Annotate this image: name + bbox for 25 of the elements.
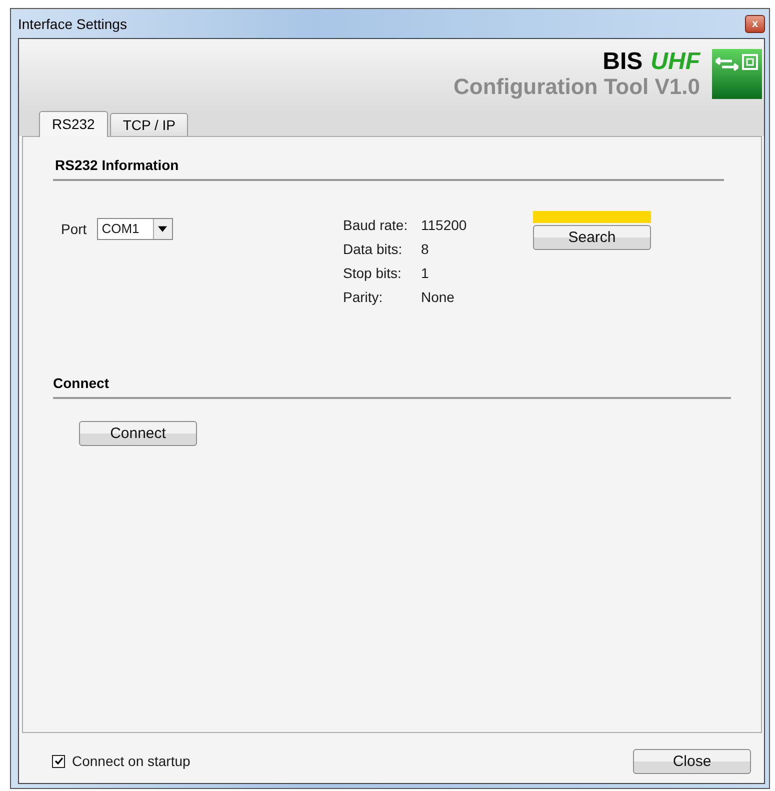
tab[interactable]: TCP / IP bbox=[110, 113, 188, 136]
field-value: 8 bbox=[421, 241, 430, 257]
checkbox-label: Connect on startup bbox=[72, 753, 190, 769]
section-heading: Connect bbox=[53, 375, 109, 391]
app-subtitle: Configuration Tool V1.0 bbox=[454, 75, 700, 99]
connect-button[interactable]: Connect bbox=[79, 421, 197, 446]
field-label: Parity: bbox=[343, 289, 384, 305]
tab[interactable]: RS232 bbox=[39, 111, 108, 137]
field-label: Data bits: bbox=[343, 241, 404, 257]
field-label: Stop bits: bbox=[343, 265, 402, 281]
field-value: None bbox=[421, 289, 456, 305]
checkbox[interactable] bbox=[52, 754, 65, 768]
close-button[interactable]: Close bbox=[633, 748, 751, 774]
product-name: UHF bbox=[650, 49, 700, 75]
field-value: 115200 bbox=[421, 217, 468, 233]
search-button[interactable]: Search bbox=[533, 225, 651, 250]
port-label: Port bbox=[61, 221, 87, 237]
brand-name: BIS bbox=[602, 49, 643, 75]
section-heading: RS232 Information bbox=[55, 157, 179, 173]
caret-icon bbox=[158, 226, 168, 232]
port-dropdown[interactable]: COM1 bbox=[96, 218, 173, 240]
logo-icon bbox=[712, 49, 762, 99]
field-label: Baud rate: bbox=[343, 217, 409, 233]
field-value: 1 bbox=[421, 265, 430, 281]
window-title: Interface Settings bbox=[18, 16, 127, 32]
